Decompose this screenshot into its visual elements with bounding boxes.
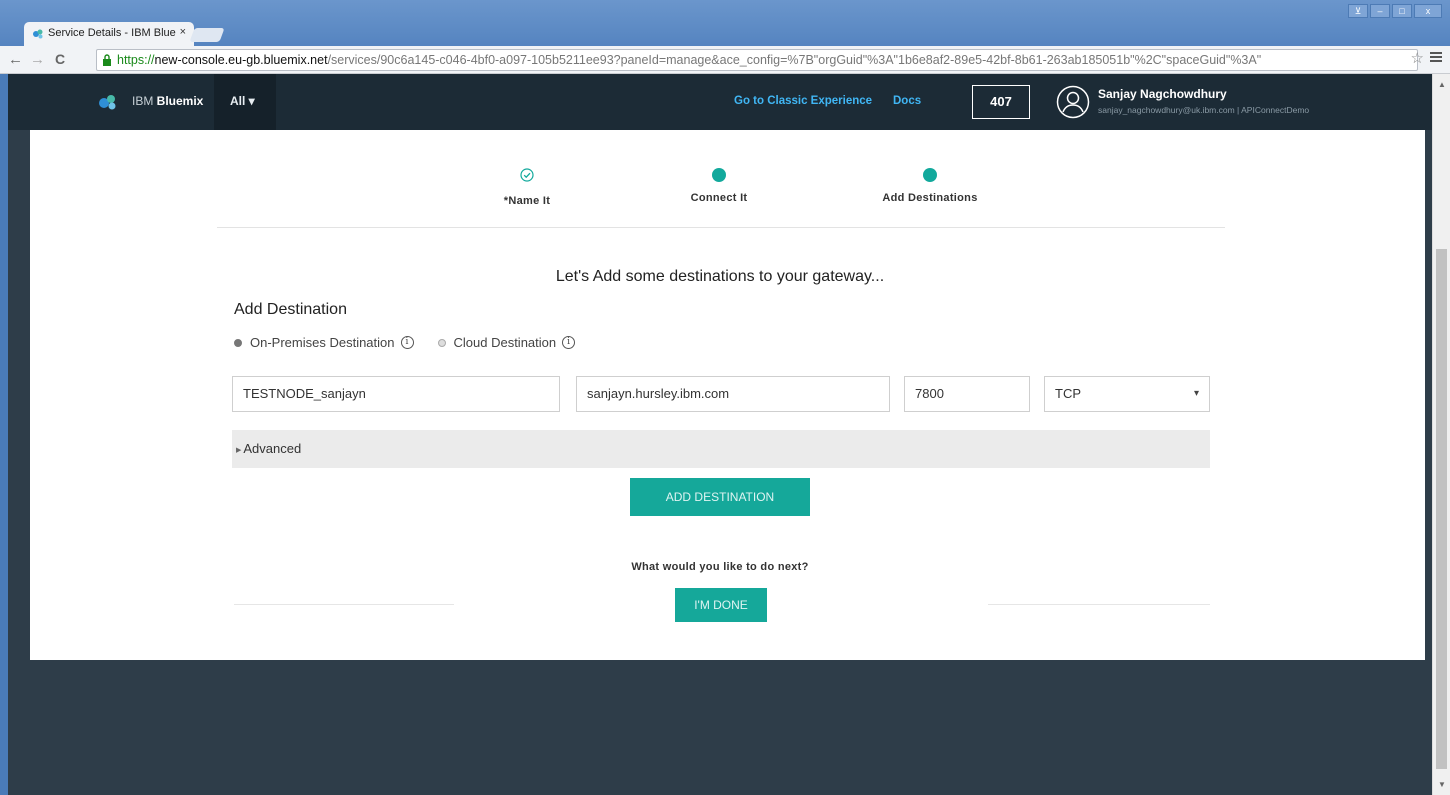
step-label: Add Destinations xyxy=(882,192,978,204)
step-add-destinations[interactable]: Add Destinations xyxy=(856,168,1004,204)
bluemix-logo-icon xyxy=(99,95,116,110)
tab-title: Service Details - IBM Blue xyxy=(48,27,176,39)
next-steps-question: What would you like to do next? xyxy=(631,561,809,573)
step-name-it[interactable]: *Name It xyxy=(472,168,582,207)
info-icon[interactable]: i xyxy=(562,336,576,349)
step-connect-it[interactable]: Connect It xyxy=(664,168,774,204)
destination-type-group: On-Premises Destination i Cloud Destinat… xyxy=(234,335,576,350)
user-email: sanjay_nagchowdhury@uk.ibm.com | APIConn… xyxy=(1098,105,1310,115)
bookmark-star-icon[interactable]: ☆ xyxy=(1411,49,1424,67)
reload-icon[interactable]: C xyxy=(55,51,65,67)
on-premises-label[interactable]: On-Premises Destination xyxy=(250,335,395,350)
advanced-label: Advanced xyxy=(243,441,302,456)
stepper-divider xyxy=(217,227,1225,228)
done-button[interactable]: I'M DONE xyxy=(675,588,767,622)
new-tab-button[interactable] xyxy=(189,28,225,42)
section-title: Add Destination xyxy=(234,301,347,318)
browser-tab[interactable]: Service Details - IBM Blue × xyxy=(24,22,194,46)
step-dot-icon xyxy=(712,168,726,182)
browser-toolbar: ← → C https://new-console.eu-gb.bluemix.… xyxy=(0,46,1450,74)
url-host: new-console.eu-gb.bluemix.net xyxy=(154,53,328,67)
advanced-toggle[interactable]: ▶ Advanced xyxy=(232,430,1210,468)
divider-right xyxy=(988,604,1210,605)
url-scheme: https:// xyxy=(117,53,155,67)
host-input[interactable]: sanjayn.hursley.ibm.com xyxy=(576,376,890,412)
destination-name-input[interactable]: TESTNODE_sanjayn xyxy=(232,376,560,412)
all-dropdown[interactable]: All ▾ xyxy=(214,74,276,130)
window-controls: ⊻ – □ x xyxy=(1348,4,1442,18)
docs-link[interactable]: Docs xyxy=(893,95,921,107)
cloud-label[interactable]: Cloud Destination xyxy=(454,335,557,350)
wizard-panel: *Name It Connect It Add Destinations Let… xyxy=(30,130,1425,660)
classic-experience-link[interactable]: Go to Classic Experience xyxy=(734,95,872,107)
page-heading: Let's Add some destinations to your gate… xyxy=(555,268,885,285)
page-scrollbar[interactable]: ▲ ▼ xyxy=(1432,74,1450,795)
notification-counter[interactable]: 407 xyxy=(972,85,1030,119)
info-icon[interactable]: i xyxy=(400,336,414,349)
window-maximize-button[interactable]: □ xyxy=(1392,4,1412,18)
url-path: /services/90c6a145-c046-4bf0-a097-105b52… xyxy=(327,53,1262,67)
browser-menu-icon[interactable] xyxy=(1430,52,1442,64)
checkmark-circle-icon xyxy=(520,168,534,182)
add-destination-button[interactable]: ADD DESTINATION xyxy=(630,478,810,516)
scroll-up-icon[interactable]: ▲ xyxy=(1438,80,1446,89)
port-input[interactable]: 7800 xyxy=(904,376,1030,412)
on-premises-radio[interactable] xyxy=(234,338,242,347)
window-close-button[interactable]: x xyxy=(1414,4,1442,18)
expand-triangle-icon: ▶ xyxy=(236,447,242,454)
scroll-down-icon[interactable]: ▼ xyxy=(1438,780,1446,789)
cloud-radio[interactable] xyxy=(437,338,446,347)
lock-icon xyxy=(103,54,111,66)
tab-close-icon[interactable]: × xyxy=(180,26,186,38)
user-name[interactable]: Sanjay Nagchowdhury xyxy=(1098,87,1227,101)
protocol-value: TCP xyxy=(1055,386,1081,401)
window-user-icon[interactable]: ⊻ xyxy=(1348,4,1368,18)
step-dot-icon xyxy=(923,168,937,182)
window-minimize-button[interactable]: – xyxy=(1370,4,1390,18)
chevron-down-icon: ▾ xyxy=(1193,388,1199,399)
forward-arrow-icon[interactable]: → xyxy=(30,51,45,68)
step-label: Connect It xyxy=(690,192,748,204)
step-label: *Name It xyxy=(503,195,551,207)
app-header: IBM Bluemix All ▾ Go to Classic Experien… xyxy=(8,74,1432,130)
divider-left xyxy=(234,604,454,605)
protocol-select[interactable]: TCP ▾ xyxy=(1044,376,1210,412)
bluemix-favicon-icon xyxy=(33,29,43,39)
browser-titlebar: Service Details - IBM Blue × ⊻ – □ x xyxy=(0,0,1450,46)
user-avatar-icon[interactable] xyxy=(1056,85,1090,119)
back-arrow-icon[interactable]: ← xyxy=(8,51,23,68)
brand-name[interactable]: IBM Bluemix xyxy=(132,94,203,108)
scroll-thumb[interactable] xyxy=(1436,249,1447,769)
address-bar[interactable]: https://new-console.eu-gb.bluemix.net/se… xyxy=(96,49,1418,71)
